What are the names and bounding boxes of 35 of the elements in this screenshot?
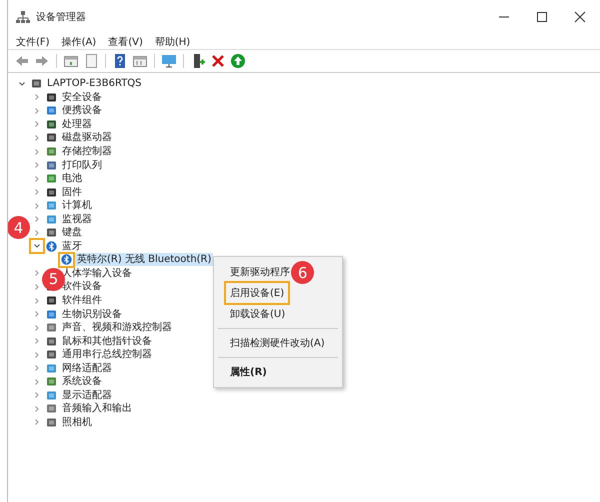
step-badge: 6 xyxy=(291,261,314,284)
tree-item[interactable]: 声音、视频和游戏控制器 xyxy=(60,321,174,334)
tree-item[interactable]: 生物识别设备 xyxy=(60,308,124,321)
step-badge: 4 xyxy=(8,216,30,240)
tree-item[interactable]: 固件 xyxy=(60,186,84,199)
context-menu-item[interactable]: 扫描检测硬件改动(A) xyxy=(226,333,329,353)
tree-item[interactable]: 便携设备 xyxy=(60,104,104,118)
tree-item[interactable]: 音频输入和输出 xyxy=(60,402,134,416)
tree-item[interactable]: 磁盘驱动器 xyxy=(60,131,114,144)
tree-item[interactable]: 键盘 xyxy=(60,226,84,240)
tree-item[interactable]: 系统设备 xyxy=(60,375,104,388)
tree-item[interactable]: 通用串行总线控制器 xyxy=(60,348,154,362)
tree-item[interactable]: 网络适配器 xyxy=(60,362,114,375)
tree-item[interactable]: 电池 xyxy=(60,172,84,186)
tree-item[interactable]: 安全设备 xyxy=(60,90,104,104)
tree-item[interactable]: 打印队列 xyxy=(60,158,104,172)
tree-item[interactable]: 鼠标和其他指针设备 xyxy=(60,334,154,348)
tree-item[interactable]: 蓝牙 xyxy=(60,240,84,253)
context-menu-item[interactable]: 卸载设备(U) xyxy=(226,304,290,324)
window-title: 设备管理器 xyxy=(36,11,86,24)
context-menu-item[interactable]: 更新驱动程序 xyxy=(226,262,294,282)
menu-item[interactable]: 帮助(H) xyxy=(154,34,190,48)
tree-item[interactable]: 英特尔(R) 无线 Bluetooth(R) xyxy=(75,253,214,266)
tree-item[interactable]: 处理器 xyxy=(60,118,94,131)
tree-item[interactable]: 存储控制器 xyxy=(60,145,114,158)
tree-item[interactable]: 显示适配器 xyxy=(60,388,114,402)
tree-item[interactable]: 照相机 xyxy=(60,416,94,429)
tree-item[interactable]: LAPTOP-E3B6RTQS xyxy=(45,77,144,90)
tree-item[interactable]: 计算机 xyxy=(60,199,94,212)
tree-item[interactable]: 软件组件 xyxy=(60,294,104,308)
menu-item[interactable]: 查看(V) xyxy=(108,34,143,48)
menu-item[interactable]: 文件(F) xyxy=(16,34,50,48)
tree-item[interactable]: 监视器 xyxy=(60,212,94,226)
context-menu-item[interactable]: 属性(R) xyxy=(226,362,271,382)
menu-item[interactable]: 操作(A) xyxy=(62,34,96,48)
